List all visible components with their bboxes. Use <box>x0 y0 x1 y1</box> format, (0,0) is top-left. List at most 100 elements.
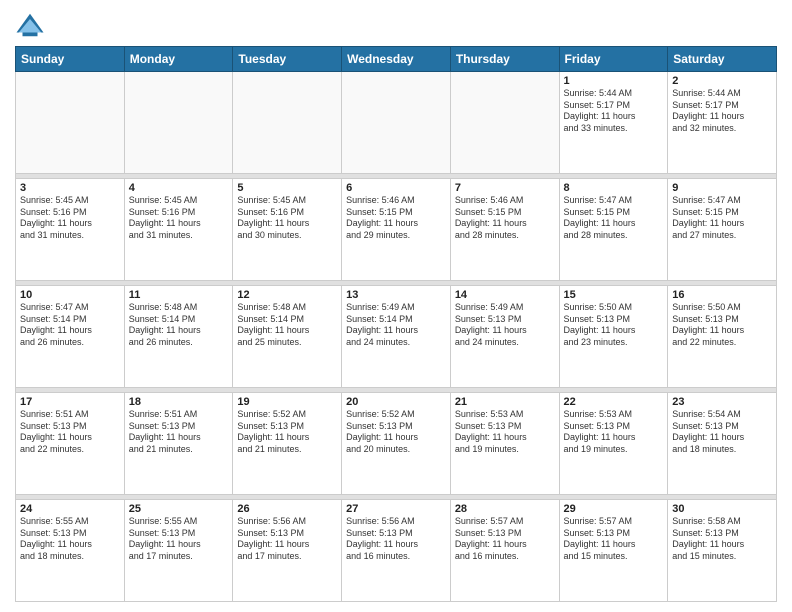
calendar-week-row: 24Sunrise: 5:55 AM Sunset: 5:13 PM Dayli… <box>16 500 777 602</box>
calendar-cell: 12Sunrise: 5:48 AM Sunset: 5:14 PM Dayli… <box>233 286 342 388</box>
calendar-cell <box>16 72 125 174</box>
calendar-week-row: 1Sunrise: 5:44 AM Sunset: 5:17 PM Daylig… <box>16 72 777 174</box>
calendar-cell: 14Sunrise: 5:49 AM Sunset: 5:13 PM Dayli… <box>450 286 559 388</box>
day-number: 13 <box>346 289 446 301</box>
day-info: Sunrise: 5:52 AM Sunset: 5:13 PM Dayligh… <box>237 409 337 456</box>
day-info: Sunrise: 5:47 AM Sunset: 5:14 PM Dayligh… <box>20 302 120 349</box>
day-number: 19 <box>237 396 337 408</box>
day-info: Sunrise: 5:57 AM Sunset: 5:13 PM Dayligh… <box>564 516 664 563</box>
calendar-cell <box>450 72 559 174</box>
day-info: Sunrise: 5:58 AM Sunset: 5:13 PM Dayligh… <box>672 516 772 563</box>
day-number: 9 <box>672 182 772 194</box>
calendar-cell: 18Sunrise: 5:51 AM Sunset: 5:13 PM Dayli… <box>124 393 233 495</box>
calendar-cell: 24Sunrise: 5:55 AM Sunset: 5:13 PM Dayli… <box>16 500 125 602</box>
day-number: 4 <box>129 182 229 194</box>
day-number: 23 <box>672 396 772 408</box>
logo-area <box>15 10 49 40</box>
calendar-week-row: 17Sunrise: 5:51 AM Sunset: 5:13 PM Dayli… <box>16 393 777 495</box>
day-number: 28 <box>455 503 555 515</box>
weekday-header: Monday <box>124 47 233 72</box>
day-number: 29 <box>564 503 664 515</box>
day-info: Sunrise: 5:47 AM Sunset: 5:15 PM Dayligh… <box>564 195 664 242</box>
calendar-cell: 2Sunrise: 5:44 AM Sunset: 5:17 PM Daylig… <box>668 72 777 174</box>
calendar-week-row: 3Sunrise: 5:45 AM Sunset: 5:16 PM Daylig… <box>16 179 777 281</box>
calendar-cell: 3Sunrise: 5:45 AM Sunset: 5:16 PM Daylig… <box>16 179 125 281</box>
calendar-cell: 20Sunrise: 5:52 AM Sunset: 5:13 PM Dayli… <box>342 393 451 495</box>
day-number: 17 <box>20 396 120 408</box>
calendar-cell: 23Sunrise: 5:54 AM Sunset: 5:13 PM Dayli… <box>668 393 777 495</box>
day-info: Sunrise: 5:53 AM Sunset: 5:13 PM Dayligh… <box>455 409 555 456</box>
day-info: Sunrise: 5:47 AM Sunset: 5:15 PM Dayligh… <box>672 195 772 242</box>
weekday-header: Wednesday <box>342 47 451 72</box>
day-number: 22 <box>564 396 664 408</box>
calendar-cell: 5Sunrise: 5:45 AM Sunset: 5:16 PM Daylig… <box>233 179 342 281</box>
day-info: Sunrise: 5:50 AM Sunset: 5:13 PM Dayligh… <box>564 302 664 349</box>
day-number: 25 <box>129 503 229 515</box>
day-info: Sunrise: 5:45 AM Sunset: 5:16 PM Dayligh… <box>129 195 229 242</box>
day-number: 8 <box>564 182 664 194</box>
day-info: Sunrise: 5:44 AM Sunset: 5:17 PM Dayligh… <box>564 88 664 135</box>
calendar-cell: 26Sunrise: 5:56 AM Sunset: 5:13 PM Dayli… <box>233 500 342 602</box>
day-info: Sunrise: 5:50 AM Sunset: 5:13 PM Dayligh… <box>672 302 772 349</box>
day-number: 26 <box>237 503 337 515</box>
day-number: 11 <box>129 289 229 301</box>
calendar-cell: 29Sunrise: 5:57 AM Sunset: 5:13 PM Dayli… <box>559 500 668 602</box>
day-info: Sunrise: 5:52 AM Sunset: 5:13 PM Dayligh… <box>346 409 446 456</box>
calendar-cell: 21Sunrise: 5:53 AM Sunset: 5:13 PM Dayli… <box>450 393 559 495</box>
day-info: Sunrise: 5:54 AM Sunset: 5:13 PM Dayligh… <box>672 409 772 456</box>
calendar-cell: 10Sunrise: 5:47 AM Sunset: 5:14 PM Dayli… <box>16 286 125 388</box>
day-number: 6 <box>346 182 446 194</box>
day-number: 14 <box>455 289 555 301</box>
calendar-cell: 25Sunrise: 5:55 AM Sunset: 5:13 PM Dayli… <box>124 500 233 602</box>
day-info: Sunrise: 5:44 AM Sunset: 5:17 PM Dayligh… <box>672 88 772 135</box>
day-info: Sunrise: 5:53 AM Sunset: 5:13 PM Dayligh… <box>564 409 664 456</box>
weekday-header: Sunday <box>16 47 125 72</box>
weekday-header: Saturday <box>668 47 777 72</box>
weekday-header: Thursday <box>450 47 559 72</box>
page: SundayMondayTuesdayWednesdayThursdayFrid… <box>0 0 792 612</box>
day-number: 20 <box>346 396 446 408</box>
calendar-cell: 27Sunrise: 5:56 AM Sunset: 5:13 PM Dayli… <box>342 500 451 602</box>
calendar-cell <box>124 72 233 174</box>
day-info: Sunrise: 5:45 AM Sunset: 5:16 PM Dayligh… <box>20 195 120 242</box>
calendar-cell: 16Sunrise: 5:50 AM Sunset: 5:13 PM Dayli… <box>668 286 777 388</box>
day-number: 2 <box>672 75 772 87</box>
calendar-cell <box>233 72 342 174</box>
calendar-table: SundayMondayTuesdayWednesdayThursdayFrid… <box>15 46 777 602</box>
calendar-cell <box>342 72 451 174</box>
day-info: Sunrise: 5:55 AM Sunset: 5:13 PM Dayligh… <box>20 516 120 563</box>
calendar-header-row: SundayMondayTuesdayWednesdayThursdayFrid… <box>16 47 777 72</box>
day-info: Sunrise: 5:56 AM Sunset: 5:13 PM Dayligh… <box>346 516 446 563</box>
day-info: Sunrise: 5:51 AM Sunset: 5:13 PM Dayligh… <box>129 409 229 456</box>
day-info: Sunrise: 5:49 AM Sunset: 5:13 PM Dayligh… <box>455 302 555 349</box>
day-info: Sunrise: 5:51 AM Sunset: 5:13 PM Dayligh… <box>20 409 120 456</box>
day-number: 21 <box>455 396 555 408</box>
calendar-cell: 9Sunrise: 5:47 AM Sunset: 5:15 PM Daylig… <box>668 179 777 281</box>
calendar-cell: 17Sunrise: 5:51 AM Sunset: 5:13 PM Dayli… <box>16 393 125 495</box>
day-number: 10 <box>20 289 120 301</box>
calendar-cell: 19Sunrise: 5:52 AM Sunset: 5:13 PM Dayli… <box>233 393 342 495</box>
weekday-header: Tuesday <box>233 47 342 72</box>
day-info: Sunrise: 5:56 AM Sunset: 5:13 PM Dayligh… <box>237 516 337 563</box>
logo-icon <box>15 10 45 40</box>
calendar-cell: 4Sunrise: 5:45 AM Sunset: 5:16 PM Daylig… <box>124 179 233 281</box>
header <box>15 10 777 40</box>
day-number: 18 <box>129 396 229 408</box>
day-number: 7 <box>455 182 555 194</box>
day-number: 1 <box>564 75 664 87</box>
calendar-cell: 8Sunrise: 5:47 AM Sunset: 5:15 PM Daylig… <box>559 179 668 281</box>
day-number: 16 <box>672 289 772 301</box>
day-info: Sunrise: 5:49 AM Sunset: 5:14 PM Dayligh… <box>346 302 446 349</box>
day-number: 15 <box>564 289 664 301</box>
day-number: 5 <box>237 182 337 194</box>
calendar-cell: 11Sunrise: 5:48 AM Sunset: 5:14 PM Dayli… <box>124 286 233 388</box>
day-info: Sunrise: 5:46 AM Sunset: 5:15 PM Dayligh… <box>455 195 555 242</box>
day-number: 30 <box>672 503 772 515</box>
calendar-week-row: 10Sunrise: 5:47 AM Sunset: 5:14 PM Dayli… <box>16 286 777 388</box>
calendar-cell: 22Sunrise: 5:53 AM Sunset: 5:13 PM Dayli… <box>559 393 668 495</box>
day-info: Sunrise: 5:55 AM Sunset: 5:13 PM Dayligh… <box>129 516 229 563</box>
day-info: Sunrise: 5:57 AM Sunset: 5:13 PM Dayligh… <box>455 516 555 563</box>
day-info: Sunrise: 5:45 AM Sunset: 5:16 PM Dayligh… <box>237 195 337 242</box>
day-number: 3 <box>20 182 120 194</box>
day-number: 12 <box>237 289 337 301</box>
